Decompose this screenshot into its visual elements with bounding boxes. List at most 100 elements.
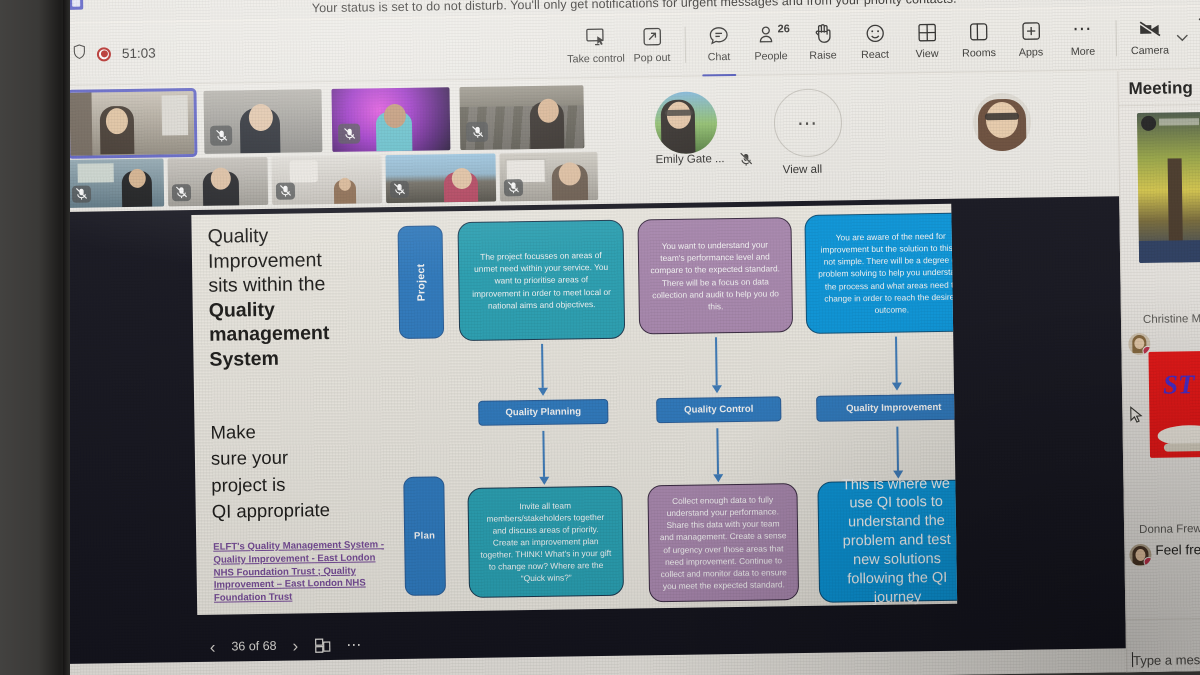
slide-arrow-1a xyxy=(536,343,549,396)
chat-avatar-christine[interactable] xyxy=(1128,332,1151,356)
view-label: View xyxy=(915,47,939,61)
chat-active-underline xyxy=(702,73,737,77)
slide-arrow-3a xyxy=(890,336,903,391)
slide-card-top-3: You are aware of the need for improvemen… xyxy=(804,212,958,334)
slide-hyperlink[interactable]: ELFT's Quality Management System - Quali… xyxy=(213,539,389,605)
participant-avatar-right[interactable] xyxy=(972,92,1032,152)
microphone-muted-icon xyxy=(739,152,753,172)
microphone-button[interactable]: Mi xyxy=(1188,13,1200,63)
apps-plus-icon xyxy=(1021,19,1040,41)
project-label: Project xyxy=(414,263,428,302)
chevron-right-icon[interactable]: › xyxy=(292,636,298,655)
chevron-left-icon[interactable]: ‹ xyxy=(210,637,216,656)
react-label: React xyxy=(860,48,890,62)
chat-label: Chat xyxy=(707,51,731,64)
slide-card-bottom-2-text: Collect enough data to fully understand … xyxy=(659,494,787,591)
rooms-button[interactable]: Rooms xyxy=(952,16,1005,67)
take-control-label: Take control xyxy=(567,52,625,66)
slide-subtitle-line-2: sure your xyxy=(210,446,289,470)
slide-card-top-2-text: You want to understand your team's perfo… xyxy=(650,239,780,311)
video-tile-6[interactable] xyxy=(167,156,269,207)
slide-subtitle: Make sure your project is QI appropriate xyxy=(210,417,402,525)
record-dot-icon xyxy=(96,46,112,61)
meeting-chat-title: Meeting xyxy=(1128,78,1193,99)
slide-navigation-bar: ‹ 36 of 68 › ⋯ xyxy=(210,636,364,656)
take-control-button[interactable]: Take control xyxy=(566,22,627,73)
chat-icon xyxy=(709,24,729,46)
video-tile-8[interactable] xyxy=(385,153,497,204)
apps-label: Apps xyxy=(1018,46,1044,59)
participant-avatar-emily[interactable]: Emily Gate ... xyxy=(654,91,753,166)
mute-badge xyxy=(210,125,233,146)
chat-button[interactable]: Chat xyxy=(692,20,745,77)
video-tile-7[interactable] xyxy=(271,155,383,205)
mouse-cursor-icon xyxy=(1129,406,1143,429)
video-tile-3[interactable] xyxy=(331,87,451,152)
view-grid-icon xyxy=(917,21,936,43)
slide-pill-3-label: Quality Improvement xyxy=(845,401,942,414)
slide-subtitle-line-4: QI appropriate xyxy=(211,498,331,522)
toolbar-actions: Take control Pop out Chat People 26 Rais… xyxy=(566,13,1200,77)
camera-chevron-down-icon[interactable] xyxy=(1176,29,1189,47)
react-button[interactable]: React xyxy=(848,18,901,69)
people-button[interactable]: People 26 xyxy=(744,19,797,70)
slide-title-line-4: Quality xyxy=(208,298,276,322)
participant-name-label: Emily Gate ... xyxy=(655,153,725,167)
chat-avatar-donna[interactable] xyxy=(1129,543,1152,567)
chat-composer-input[interactable]: Type a mess xyxy=(1133,652,1200,668)
chat-image-shared-photo[interactable] xyxy=(1136,111,1200,263)
toolbar-left-group: 51:03 xyxy=(73,43,156,65)
more-ellipsis-icon[interactable]: ⋯ xyxy=(346,636,363,654)
plan-label: Plan xyxy=(413,530,436,542)
slide-title-line-6: System xyxy=(209,347,280,371)
camera-button[interactable]: Camera xyxy=(1123,13,1176,64)
slide-pill-1-label: Quality Planning xyxy=(505,406,582,419)
mute-badge xyxy=(465,121,489,142)
presentation-slide[interactable]: Quality Improvement sits within the Qual… xyxy=(191,203,958,616)
presence-busy-icon xyxy=(1143,556,1152,567)
view-all-label: View all xyxy=(782,163,823,177)
all-slides-icon[interactable] xyxy=(314,638,330,653)
chat-image-stop-sticker[interactable]: ST xyxy=(1148,350,1200,458)
slide-pill-1: Quality Planning xyxy=(478,398,609,426)
video-tile-5[interactable] xyxy=(67,158,165,208)
mute-badge xyxy=(389,180,410,199)
video-tile-1[interactable] xyxy=(66,87,198,159)
more-ellipsis-icon: ⋯ xyxy=(1072,18,1094,41)
video-tile-9[interactable] xyxy=(499,152,599,202)
mute-badge xyxy=(171,184,192,202)
shield-icon xyxy=(73,44,86,65)
slide-title-line-5: management xyxy=(208,322,330,347)
view-button[interactable]: View xyxy=(900,17,953,68)
raise-hand-label: Raise xyxy=(809,49,837,62)
slide-card-bottom-3-text: This is where we use QI tools to underst… xyxy=(841,475,951,606)
more-ellipsis-icon: ⋯ xyxy=(773,88,843,158)
chat-author-christine: Christine M xyxy=(1142,313,1200,326)
raise-hand-button[interactable]: Raise xyxy=(796,18,849,69)
slide-title: Quality Improvement sits within the Qual… xyxy=(207,222,404,372)
apps-button[interactable]: Apps xyxy=(1004,15,1057,66)
raise-hand-icon xyxy=(814,23,831,45)
pop-out-label: Pop out xyxy=(633,51,671,65)
chat-author-donna: Donna Frew xyxy=(1139,523,1200,537)
slide-subtitle-line-3: project is xyxy=(211,473,286,496)
slide-arrow-3b xyxy=(892,426,905,479)
meeting-chat-panel: Meeting Christine M ST Donna Frew Feel f… xyxy=(1117,69,1200,673)
slide-title-line-2: Improvement xyxy=(207,248,322,273)
participant-filmstrip: Emily Gate ... ⋯ View all xyxy=(59,71,1122,211)
rooms-label: Rooms xyxy=(961,47,997,60)
rail-divider-1 xyxy=(1118,103,1200,107)
more-button[interactable]: ⋯ More xyxy=(1056,14,1109,65)
slide-card-bottom-3: This is where we use QI tools to underst… xyxy=(817,475,958,606)
mute-badge xyxy=(275,182,296,200)
video-tile-4[interactable] xyxy=(459,85,585,151)
avatar xyxy=(972,92,1032,152)
slide-title-line-1: Quality xyxy=(207,224,269,248)
slide-subtitle-line-1: Make xyxy=(210,421,256,443)
slide-card-top-1-text: The project focusses on areas of unmet n… xyxy=(472,250,611,311)
video-tile-2[interactable] xyxy=(203,89,323,154)
meeting-timer: 51:03 xyxy=(121,45,156,62)
slide-plan-label-box: Plan xyxy=(403,476,446,596)
pop-out-button[interactable]: Pop out xyxy=(626,21,679,72)
slide-card-top-2: You want to understand your team's perfo… xyxy=(637,217,794,335)
